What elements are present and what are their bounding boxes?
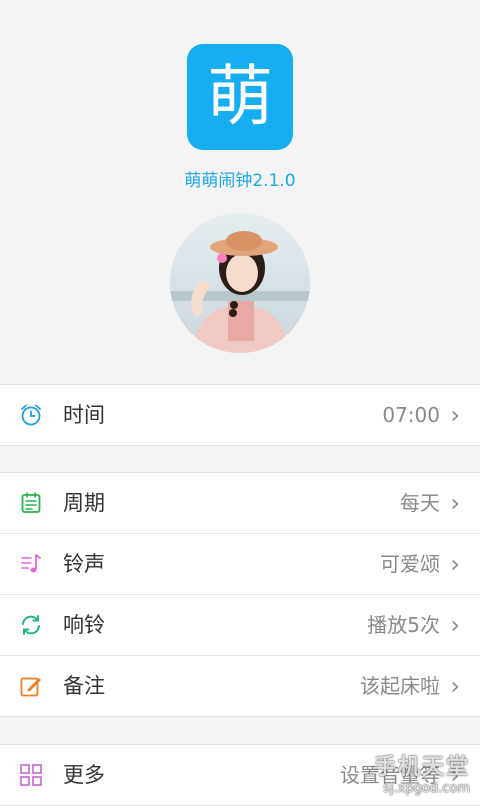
calendar-icon: [21, 492, 41, 513]
more-label: 更多: [63, 763, 105, 787]
time-row[interactable]: 时间 07:00 ›: [0, 385, 480, 445]
time-group: 时间 07:00 ›: [0, 384, 480, 446]
ring-label: 响铃: [63, 613, 105, 637]
chevron-right-icon: ›: [450, 611, 460, 639]
time-value: 07:00: [382, 403, 440, 427]
watermark-url: sj.xpgod.com: [383, 781, 470, 796]
app-icon: 萌: [187, 44, 293, 150]
chevron-right-icon: ›: [450, 489, 460, 517]
avatar[interactable]: [170, 213, 310, 353]
note-label: 备注: [63, 674, 105, 698]
ring-value: 播放5次: [367, 613, 440, 637]
chevron-right-icon: ›: [450, 550, 460, 578]
cycle-row[interactable]: 周期 每天 ›: [0, 473, 480, 534]
ringtone-label: 铃声: [63, 552, 105, 576]
cycle-value: 每天: [400, 491, 440, 515]
note-row[interactable]: 备注 该起床啦 ›: [0, 656, 480, 716]
ringtone-row[interactable]: 铃声 可爱颂 ›: [0, 534, 480, 595]
grid-icon: [20, 764, 42, 786]
chevron-right-icon: ›: [450, 401, 460, 429]
alarm-clock-icon: [21, 404, 41, 426]
cycle-label: 周期: [63, 491, 105, 515]
edit-icon: [20, 677, 41, 697]
time-label: 时间: [63, 403, 105, 427]
chevron-right-icon: ›: [450, 672, 460, 700]
ringtone-value: 可爱颂: [380, 552, 440, 576]
repeat-icon: [22, 615, 40, 635]
note-value: 该起床啦: [360, 674, 440, 698]
options-group: 周期 每天 › 铃声 可爱颂 › 响铃 播放5次 › 备注 该起床啦 ›: [0, 472, 480, 717]
header: 萌 萌萌闹钟2.1.0: [0, 0, 480, 384]
music-note-icon: [21, 554, 41, 573]
watermark-title: 手机天堂: [373, 755, 470, 780]
watermark: 手机天堂 sj.xpgod.com: [374, 749, 470, 796]
avatar-photo: [170, 213, 310, 353]
ring-row[interactable]: 响铃 播放5次 ›: [0, 595, 480, 656]
app-title: 萌萌闹钟2.1.0: [184, 171, 296, 191]
